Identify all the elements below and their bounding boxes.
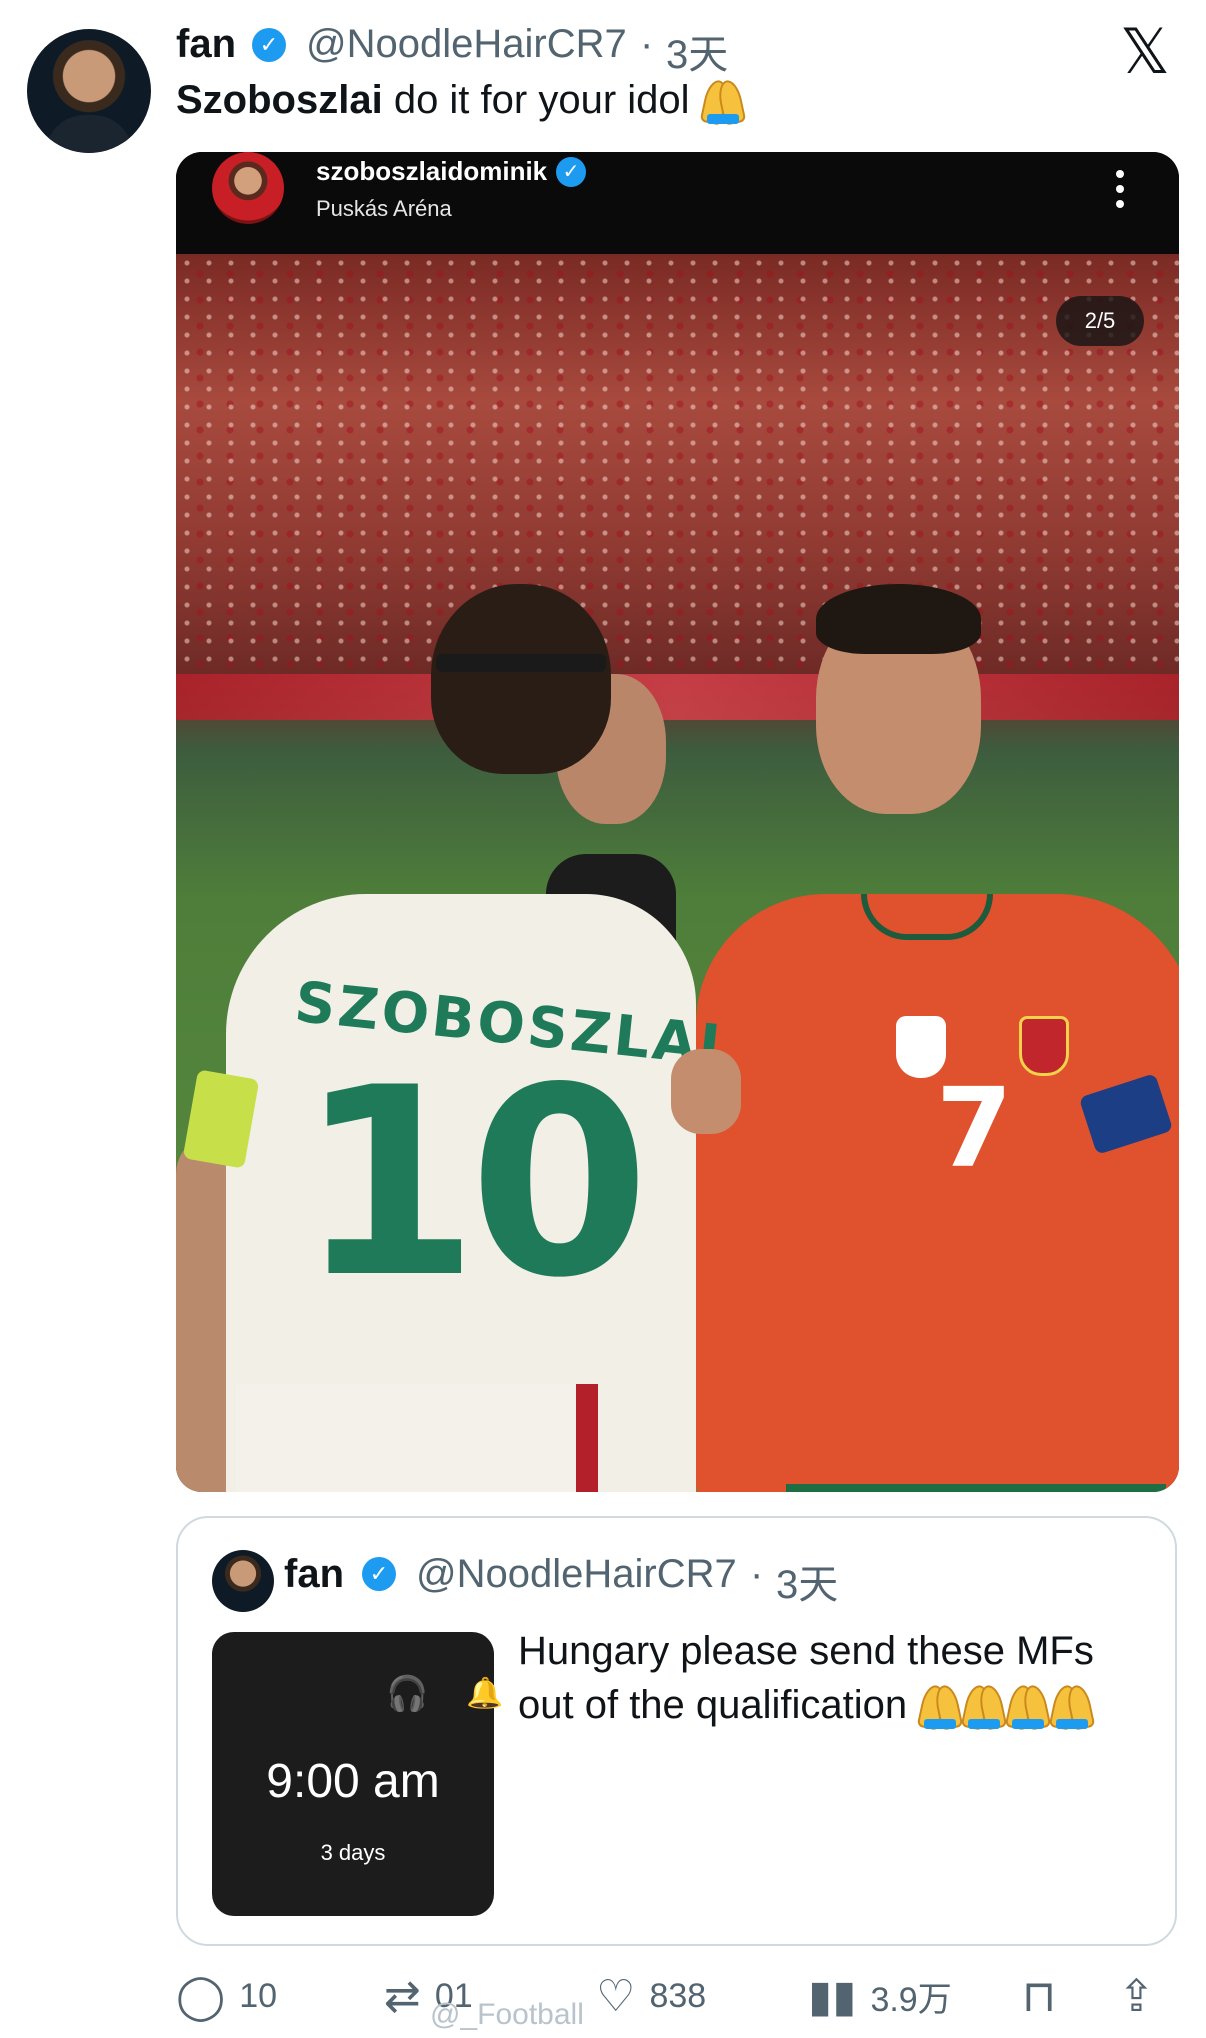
thumbnail-days: 3 days [320, 1840, 386, 1865]
like-count: 838 [649, 1976, 707, 2015]
folded-hands-icon [918, 1685, 962, 1730]
thumbnail-clock: 9:00 am [266, 1755, 440, 1808]
reply-icon: ◯ [176, 1970, 226, 2022]
quoted-timestamp: 3天 [776, 1563, 839, 1607]
separator-dot: · [750, 1552, 764, 1596]
ig-verified-badge-icon: ✓ [556, 157, 586, 187]
handshake [671, 1049, 741, 1134]
tweet-text-bold: Szoboszlai [176, 78, 383, 122]
player-left-head [431, 584, 611, 774]
ig-avatar [212, 152, 284, 224]
more-options-icon [1116, 170, 1124, 215]
folded-hands-icon [1050, 1685, 1094, 1730]
views-icon: ▮▮ [808, 1970, 857, 2022]
heart-icon: ♡ [596, 1970, 636, 2022]
reply-button[interactable]: ◯ 10 [176, 1966, 277, 2026]
ig-location: Puskás Aréna [316, 196, 452, 221]
carousel-counter: 2/5 [1056, 296, 1144, 346]
player-left-number: 10 [298, 1033, 650, 1335]
player-right-shorts [786, 1484, 1166, 1492]
portugal-crest-icon [1019, 1016, 1069, 1076]
bookmark-button[interactable]: ⊓ [1022, 1966, 1070, 2026]
quoted-author-handle: @NoodleHairCR7 [416, 1552, 737, 1596]
instagram-header: szoboszlaidominik ✓ Puskás Aréna [176, 152, 1179, 254]
like-button[interactable]: ♡ 838 [596, 1966, 706, 2026]
view-count: 3.9万 [870, 1980, 952, 2019]
quoted-tweet-text: Hungary please send these MFs out of the… [518, 1624, 1158, 1732]
author-handle[interactable]: @NoodleHairCR7 [306, 22, 627, 67]
tweet-text-rest: do it for your idol [382, 78, 701, 122]
player-right-shirt [696, 894, 1179, 1492]
quoted-media-thumbnail[interactable]: 🎧 🔔 9:00 am 3 days [212, 1632, 503, 1916]
folded-hands-icon [701, 80, 745, 125]
quoted-tweet[interactable]: fan ✓ @NoodleHairCR7 · 3天 🎧 🔔 9:00 am 3 … [176, 1516, 1177, 1946]
author-name[interactable]: fan [176, 22, 236, 67]
player-right-number: 7 [936, 1064, 1013, 1192]
share-button[interactable]: ⇪ [1118, 1966, 1169, 2026]
ig-username: szoboszlaidominik [316, 156, 548, 186]
tweet-media-image[interactable]: szoboszlaidominik ✓ Puskás Aréna 2/5 7 S… [176, 152, 1179, 1492]
reply-count: 10 [239, 1976, 278, 2015]
tweet-timestamp[interactable]: 3天 [666, 22, 728, 80]
folded-hands-icon [1006, 1685, 1050, 1730]
player-left-headband [436, 654, 606, 672]
stadium-crowd [176, 254, 1179, 674]
views-button[interactable]: ▮▮ 3.9万 [808, 1966, 952, 2026]
folded-hands-icon [962, 1685, 1006, 1730]
tweet-text: Szoboszlai do it for your idol [176, 78, 745, 125]
headphones-icon: 🎧 [386, 1675, 429, 1713]
bell-icon: 🔔 [466, 1677, 504, 1710]
separator-dot: · [640, 22, 654, 66]
x-logo-icon[interactable]: 𝕏 [1120, 22, 1170, 84]
action-bar: ◯ 10 ⇄ 01 ♡ 838 ▮▮ 3.9万 ⊓ ⇪ [176, 1966, 1179, 2026]
advertising-board [176, 674, 1179, 720]
verified-badge-icon: ✓ [252, 28, 286, 62]
repost-icon: ⇄ [384, 1970, 421, 2022]
share-icon: ⇪ [1118, 1970, 1155, 2022]
quoted-author-avatar [212, 1550, 274, 1612]
player-right-hair [816, 584, 981, 654]
verified-badge-icon: ✓ [362, 1557, 396, 1591]
watermark: @_Football [430, 1998, 584, 2031]
photo-scene: 2/5 7 SZOBOSZLAI 10 [176, 254, 1179, 1492]
player-left-shorts [236, 1384, 598, 1492]
quoted-author-name: fan [284, 1552, 344, 1596]
bookmark-icon: ⊓ [1022, 1970, 1057, 2022]
author-avatar[interactable] [27, 29, 151, 153]
